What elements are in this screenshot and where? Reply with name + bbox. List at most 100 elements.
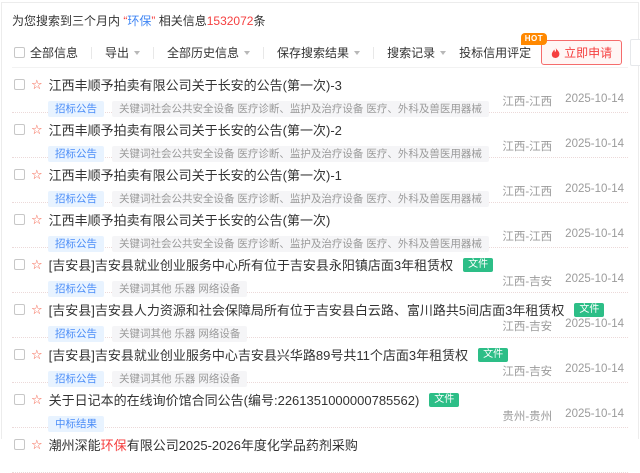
date-label: 2025-10-14 [565, 183, 624, 199]
result-row: ☆ 江西丰顺予拍卖有限公司关于长安的公告(第一次) 招标公告 关键词社会公共安全… [12, 203, 628, 248]
file-badge: 文件 [478, 348, 508, 362]
result-title-link[interactable]: 江西丰顺予拍卖有限公司关于长安的公告(第一次) [49, 210, 331, 229]
result-meta: 江西-吉安 2025-10-14 [502, 318, 624, 334]
menu-search-records-label: 搜索记录 [387, 44, 435, 61]
region-label: 江西-吉安 [502, 273, 552, 289]
region-label: 江西-江西 [502, 93, 552, 109]
quote-close: ” [151, 14, 155, 28]
chevron-down-icon [134, 51, 140, 55]
result-row: ☆ 江西丰顺予拍卖有限公司关于长安的公告(第一次)-1 招标公告 关键词社会公共… [12, 158, 628, 203]
result-row: ☆ 关于日记本的在线询价馆合同公告(编号:2261351000000785562… [12, 383, 628, 428]
row-checkbox[interactable] [14, 169, 25, 180]
result-meta: 江西-吉安 2025-10-14 [502, 363, 624, 379]
prev-page-button[interactable]: 上一页 [630, 39, 640, 66]
search-summary: 为您搜索到三个月内 “环保” 相关信息1532072条 [12, 3, 628, 29]
row-checkbox[interactable] [14, 439, 25, 450]
region-label: 贵州-贵州 [502, 408, 552, 424]
select-all-label: 全部信息 [30, 44, 78, 61]
search-results-panel: 为您搜索到三个月内 “环保” 相关信息1532072条 全部信息 导出 全部历史… [1, 2, 639, 439]
result-title-line: ☆ 江西丰顺予拍卖有限公司关于长安的公告(第一次) [14, 210, 628, 229]
result-title-link[interactable]: 关于日记本的在线询价馆合同公告(编号:2261351000000785562) [49, 390, 420, 409]
credit-rating-label: 投标信用评定 HOT [459, 44, 533, 61]
file-badge: 文件 [574, 303, 604, 317]
favorite-star-icon[interactable]: ☆ [31, 168, 43, 181]
result-row: ☆ 江西丰顺予拍卖有限公司关于长安的公告(第一次)-2 招标公告 关键词社会公共… [12, 113, 628, 158]
favorite-star-icon[interactable]: ☆ [31, 393, 43, 406]
menu-export[interactable]: 导出 [92, 44, 153, 61]
result-title-line: ☆ [吉安县]吉安县人力资源和社会保障局所有位于吉安县白云路、富川路共5间店面3… [14, 300, 628, 319]
result-row: ☆ 潮州深能环保有限公司2025-2026年度化学品药剂采购 [12, 428, 628, 473]
toolbar: 全部信息 导出 全部历史信息 保存搜索结果 搜索记录 [12, 38, 628, 68]
result-title-link[interactable]: 潮州深能环保有限公司2025-2026年度化学品药剂采购 [49, 435, 358, 454]
select-all[interactable]: 全部信息 [12, 44, 91, 61]
result-count: 1532072 [207, 14, 254, 28]
file-badge: 文件 [463, 258, 493, 272]
date-label: 2025-10-14 [565, 408, 624, 424]
flame-icon [551, 47, 560, 59]
result-meta: 江西-江西 2025-10-14 [502, 183, 624, 199]
result-title-link[interactable]: [吉安县]吉安县就业创业服务中心所有位于吉安县永阳镇店面3年租赁权 [49, 255, 453, 274]
result-title-link[interactable]: 江西丰顺予拍卖有限公司关于长安的公告(第一次)-1 [49, 165, 342, 184]
result-meta: 江西-江西 2025-10-14 [502, 138, 624, 154]
favorite-star-icon[interactable]: ☆ [31, 348, 43, 361]
row-checkbox[interactable] [14, 259, 25, 270]
file-badge: 文件 [429, 393, 459, 407]
row-checkbox[interactable] [14, 304, 25, 315]
menu-search-records[interactable]: 搜索记录 [374, 44, 459, 61]
search-keyword: 环保 [127, 14, 151, 28]
result-meta: 江西-江西 2025-10-14 [502, 228, 624, 244]
result-title-line: ☆ [吉安县]吉安县就业创业服务中心所有位于吉安县永阳镇店面3年租赁权 文件 [14, 255, 628, 274]
result-title-line: ☆ 潮州深能环保有限公司2025-2026年度化学品药剂采购 [14, 435, 628, 454]
result-row: ☆ [吉安县]吉安县就业创业服务中心吉安县兴华路89号共11个店面3年租赁权 文… [12, 338, 628, 383]
chevron-down-icon [354, 51, 360, 55]
menu-export-label: 导出 [105, 44, 129, 61]
favorite-star-icon[interactable]: ☆ [31, 78, 43, 91]
result-title-link[interactable]: 江西丰顺予拍卖有限公司关于长安的公告(第一次)-2 [49, 120, 342, 139]
region-label: 江西-江西 [502, 228, 552, 244]
summary-prefix: 为您搜索到三个月内 [12, 14, 120, 28]
favorite-star-icon[interactable]: ☆ [31, 213, 43, 226]
apply-now-label: 立即申请 [564, 44, 612, 61]
date-label: 2025-10-14 [565, 363, 624, 379]
favorite-star-icon[interactable]: ☆ [31, 123, 43, 136]
date-label: 2025-10-14 [565, 318, 624, 334]
menu-save-search[interactable]: 保存搜索结果 [264, 44, 373, 61]
result-title-line: ☆ 江西丰顺予拍卖有限公司关于长安的公告(第一次)-3 [14, 75, 628, 94]
result-title-line: ☆ 关于日记本的在线询价馆合同公告(编号:2261351000000785562… [14, 390, 628, 409]
result-title-link[interactable]: 江西丰顺予拍卖有限公司关于长安的公告(第一次)-3 [49, 75, 342, 94]
result-title-line: ☆ 江西丰顺予拍卖有限公司关于长安的公告(第一次)-1 [14, 165, 628, 184]
result-title-link[interactable]: [吉安县]吉安县就业创业服务中心吉安县兴华路89号共11个店面3年租赁权 [49, 345, 468, 364]
region-label: 江西-吉安 [502, 318, 552, 334]
row-checkbox[interactable] [14, 349, 25, 360]
select-all-checkbox[interactable] [14, 47, 25, 58]
result-row: ☆ [吉安县]吉安县就业创业服务中心所有位于吉安县永阳镇店面3年租赁权 文件 招… [12, 248, 628, 293]
toolbar-left: 全部信息 导出 全部历史信息 保存搜索结果 搜索记录 [12, 44, 459, 61]
summary-middle: 相关信息 [159, 14, 207, 28]
result-title-line: ☆ [吉安县]吉安县就业创业服务中心吉安县兴华路89号共11个店面3年租赁权 文… [14, 345, 628, 364]
credit-rating-text: 投标信用评定 [459, 46, 531, 60]
row-checkbox[interactable] [14, 124, 25, 135]
result-title-line: ☆ 江西丰顺予拍卖有限公司关于长安的公告(第一次)-2 [14, 120, 628, 139]
result-meta: 江西-吉安 2025-10-14 [502, 273, 624, 289]
date-label: 2025-10-14 [565, 273, 624, 289]
result-row: ☆ 江西丰顺予拍卖有限公司关于长安的公告(第一次)-3 招标公告 关键词社会公共… [12, 68, 628, 113]
result-title-link[interactable]: [吉安县]吉安县人力资源和社会保障局所有位于吉安县白云路、富川路共5间店面3年租… [49, 300, 565, 319]
chevron-down-icon [244, 51, 250, 55]
region-label: 江西-吉安 [502, 363, 552, 379]
favorite-star-icon[interactable]: ☆ [31, 258, 43, 271]
date-label: 2025-10-14 [565, 138, 624, 154]
result-meta: 江西-江西 2025-10-14 [502, 93, 624, 109]
menu-history-label: 全部历史信息 [167, 44, 239, 61]
menu-save-search-label: 保存搜索结果 [277, 44, 349, 61]
menu-history[interactable]: 全部历史信息 [154, 44, 263, 61]
row-checkbox[interactable] [14, 79, 25, 90]
favorite-star-icon[interactable]: ☆ [31, 303, 43, 316]
region-label: 江西-江西 [502, 138, 552, 154]
favorite-star-icon[interactable]: ☆ [31, 438, 43, 451]
summary-suffix: 条 [253, 14, 265, 28]
hot-badge: HOT [521, 33, 547, 45]
date-label: 2025-10-14 [565, 228, 624, 244]
apply-now-button[interactable]: 立即申请 [541, 40, 622, 65]
row-checkbox[interactable] [14, 214, 25, 225]
row-checkbox[interactable] [14, 394, 25, 405]
